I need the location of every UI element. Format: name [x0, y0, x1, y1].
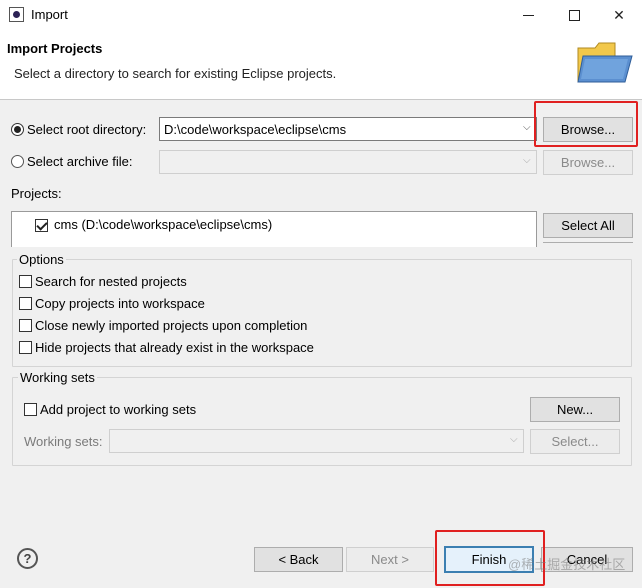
working-sets-combo[interactable]: ⌵ — [109, 429, 524, 453]
archive-file-combo[interactable]: ⌵ — [159, 150, 537, 174]
page-description: Select a directory to search for existin… — [14, 66, 337, 81]
hide-projects-label: Hide projects that already exist in the … — [35, 340, 314, 355]
maximize-button[interactable] — [551, 0, 597, 30]
wizard-header: Import Projects Select a directory to se… — [0, 30, 642, 100]
list-button-edge — [543, 242, 633, 247]
eclipse-icon — [9, 7, 24, 22]
project-item-label: cms (D:\code\workspace\eclipse\cms) — [54, 217, 273, 232]
close-projects-checkbox[interactable] — [19, 319, 32, 332]
close-button[interactable]: ✕ — [596, 0, 642, 30]
copy-projects-label: Copy projects into workspace — [35, 296, 205, 311]
minimize-button[interactable] — [505, 0, 551, 30]
working-sets-label: Working sets: — [24, 434, 103, 449]
help-icon[interactable]: ? — [17, 548, 38, 569]
archive-file-label: Select archive file: — [27, 154, 133, 169]
nested-projects-label: Search for nested projects — [35, 274, 187, 289]
add-to-working-sets-checkbox[interactable] — [24, 403, 37, 416]
root-directory-value: D:\code\workspace\eclipse\cms — [164, 122, 347, 137]
minimize-icon — [522, 14, 534, 16]
close-projects-label: Close newly imported projects upon compl… — [35, 318, 308, 333]
page-title: Import Projects — [7, 41, 103, 56]
browse-highlight-box — [534, 101, 638, 147]
maximize-icon — [568, 9, 580, 21]
select-working-sets-button[interactable]: Select... — [530, 429, 620, 454]
watermark: @稀土掘金技术社区 — [508, 557, 626, 572]
working-sets-title: Working sets — [18, 370, 97, 385]
browse-archive-button[interactable]: Browse... — [543, 150, 633, 175]
project-checkbox[interactable] — [35, 219, 48, 232]
next-button[interactable]: Next > — [346, 547, 434, 572]
projects-list[interactable]: cms (D:\code\workspace\eclipse\cms) — [11, 211, 537, 247]
nested-projects-checkbox[interactable] — [19, 275, 32, 288]
close-icon: ✕ — [613, 6, 625, 23]
root-directory-combo[interactable]: D:\code\workspace\eclipse\cms ⌵ — [159, 117, 537, 141]
footer-separator — [0, 523, 642, 524]
window-title: Import — [31, 7, 68, 22]
chevron-down-icon: ⌵ — [523, 122, 531, 133]
root-directory-radio[interactable] — [11, 123, 24, 136]
copy-projects-checkbox[interactable] — [19, 297, 32, 310]
title-bar: Import ✕ — [0, 0, 642, 30]
folder-wizard-icon — [577, 42, 633, 83]
hide-projects-checkbox[interactable] — [19, 341, 32, 354]
chevron-down-icon: ⌵ — [523, 155, 531, 166]
projects-label: Projects: — [11, 186, 62, 201]
select-all-button[interactable]: Select All — [543, 213, 633, 238]
back-button[interactable]: < Back — [254, 547, 343, 572]
add-to-working-sets-label: Add project to working sets — [40, 402, 197, 417]
root-directory-label: Select root directory: — [27, 122, 147, 137]
options-title: Options — [17, 252, 66, 267]
new-working-set-button[interactable]: New... — [530, 397, 620, 422]
chevron-down-icon: ⌵ — [510, 434, 518, 445]
archive-file-radio[interactable] — [11, 155, 24, 168]
